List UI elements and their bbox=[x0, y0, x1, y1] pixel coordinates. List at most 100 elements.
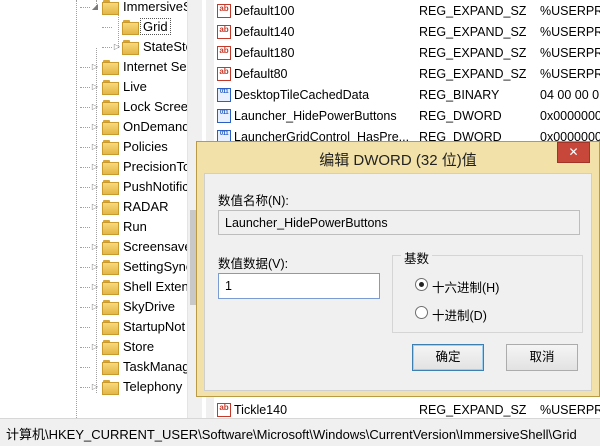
tree-item[interactable]: TaskManag bbox=[0, 357, 189, 377]
tree-item[interactable]: Grid bbox=[0, 17, 186, 37]
tree-guide-line bbox=[80, 167, 90, 168]
tree-expander-icon[interactable]: ▷ bbox=[90, 301, 100, 313]
dialog-titlebar[interactable]: 编辑 DWORD (32 位)值 ✕ bbox=[197, 142, 599, 173]
folder-icon bbox=[102, 340, 119, 355]
tree-expander-icon[interactable]: ▷ bbox=[90, 241, 100, 253]
tree-item[interactable]: ▷ SkyDrive bbox=[0, 297, 186, 317]
decimal-radio-label: 十进制(D) bbox=[432, 309, 487, 323]
tree-item[interactable]: ▷ Internet Se bbox=[0, 57, 187, 77]
tree-item[interactable]: ▷ RADAR bbox=[0, 197, 186, 217]
tree-guide-line bbox=[80, 387, 90, 388]
folder-icon bbox=[102, 360, 119, 375]
tree-expander-icon[interactable]: ▷ bbox=[90, 201, 100, 213]
cancel-button[interactable]: 取消 bbox=[506, 344, 578, 371]
folder-icon bbox=[102, 140, 119, 155]
value-name: DesktopTileCachedData bbox=[234, 88, 370, 102]
tree-item-label: Shell Extens bbox=[123, 279, 196, 294]
tree-item-label: Lock Scree bbox=[123, 99, 189, 114]
value-row[interactable]: Launcher_HidePowerButtons REG_DWORD 0x0000… bbox=[214, 106, 600, 127]
string-value-icon bbox=[217, 67, 231, 81]
tree-expander-icon[interactable] bbox=[90, 361, 100, 373]
tree-expander-icon[interactable]: ▷ bbox=[90, 61, 100, 73]
tree-expander-icon[interactable] bbox=[90, 321, 100, 333]
value-row[interactable]: Default80 REG_EXPAND_SZ %USERPRO bbox=[214, 64, 600, 85]
value-row[interactable]: DesktopTileCachedData REG_BINARY 04 00 00 … bbox=[214, 85, 600, 106]
tree-guide-line bbox=[80, 347, 90, 348]
tree-expander-icon[interactable] bbox=[112, 21, 122, 33]
tree-item-label: SettingSync bbox=[123, 259, 193, 274]
decimal-radio-button[interactable] bbox=[415, 306, 428, 319]
tree-expander-icon[interactable]: ▷ bbox=[90, 181, 100, 193]
tree-guide-line bbox=[80, 187, 90, 188]
hex-radio-label: 十六进制(H) bbox=[432, 281, 500, 295]
tree-expander-icon[interactable]: ▷ bbox=[90, 161, 100, 173]
tree-item[interactable]: ▷ Screensave bbox=[0, 237, 192, 257]
folder-icon bbox=[102, 100, 119, 115]
folder-icon bbox=[102, 200, 119, 215]
tree-expander-icon[interactable]: ▷ bbox=[90, 261, 100, 273]
value-name-label: 数值名称(N): bbox=[218, 194, 289, 208]
tree-item[interactable]: ▷ Live bbox=[0, 77, 186, 97]
value-type: REG_EXPAND_SZ bbox=[419, 67, 527, 81]
tree-expander-icon[interactable]: ▷ bbox=[90, 81, 100, 93]
tree-guide-line bbox=[80, 147, 90, 148]
tree-item[interactable]: ▷ PrecisionTo bbox=[0, 157, 190, 177]
hex-radio-button[interactable] bbox=[415, 278, 428, 291]
tree-expander-icon[interactable]: ▷ bbox=[90, 341, 100, 353]
tree-expander-icon[interactable]: ▷ bbox=[90, 101, 100, 113]
value-row[interactable]: Default100 REG_EXPAND_SZ %USERPRO bbox=[214, 1, 600, 22]
value-data: %USERPRO bbox=[540, 25, 600, 39]
value-type: REG_EXPAND_SZ bbox=[419, 25, 527, 39]
tree-expander-icon[interactable] bbox=[90, 221, 100, 233]
close-button[interactable]: ✕ bbox=[557, 142, 590, 163]
folder-icon bbox=[102, 180, 119, 195]
folder-icon bbox=[102, 160, 119, 175]
value-data: %USERPRO bbox=[540, 403, 600, 417]
edit-dword-dialog: 编辑 DWORD (32 位)值 ✕ 数值名称(N): Launcher_Hid… bbox=[196, 141, 600, 397]
value-row[interactable]: Default140 REG_EXPAND_SZ %USERPRO bbox=[214, 22, 600, 43]
folder-icon bbox=[122, 20, 139, 35]
tree-guide-line bbox=[80, 207, 90, 208]
tree-expander-icon[interactable]: ▷ bbox=[90, 121, 100, 133]
tree-guide-line bbox=[102, 27, 112, 28]
tree-item[interactable]: ▷ PushNotific bbox=[0, 177, 189, 197]
string-value-icon bbox=[217, 25, 231, 39]
tree-item[interactable]: ▷ Telephony bbox=[0, 377, 186, 397]
value-row[interactable]: Default180 REG_EXPAND_SZ %USERPRO bbox=[214, 43, 600, 64]
close-icon: ✕ bbox=[568, 145, 579, 159]
registry-key-tree[interactable]: ◢ ImmersiveS Grid ▷ StateSto ▷ Internet Se ▷ Liv… bbox=[0, 0, 206, 418]
tree-item[interactable]: ▷ Store bbox=[0, 337, 186, 357]
ok-button[interactable]: 确定 bbox=[412, 344, 484, 371]
tree-expander-icon[interactable]: ▷ bbox=[90, 141, 100, 153]
tree-item[interactable]: ▷ OnDemand bbox=[0, 117, 189, 137]
tree-expander-icon[interactable]: ▷ bbox=[90, 381, 100, 393]
tree-item[interactable]: ▷ Shell Extens bbox=[0, 277, 195, 297]
tree-guide-line bbox=[80, 307, 90, 308]
tree-item[interactable]: StartupNot bbox=[0, 317, 186, 337]
value-name-field: Launcher_HidePowerButtons bbox=[218, 210, 580, 235]
tree-item[interactable]: ▷ Lock Scree bbox=[0, 97, 189, 117]
value-name: Tickle140 bbox=[234, 403, 288, 417]
tree-item[interactable]: ▷ SettingSync bbox=[0, 257, 192, 277]
tree-guide-line bbox=[80, 127, 90, 128]
value-data: 0x0000000 bbox=[540, 109, 600, 123]
tree-item[interactable]: ▷ StateSto bbox=[0, 37, 193, 57]
tree-item[interactable]: Run bbox=[0, 217, 186, 237]
tree-guide-line bbox=[80, 367, 90, 368]
tree-expander-icon[interactable]: ▷ bbox=[112, 41, 122, 53]
tree-guide-line bbox=[80, 107, 90, 108]
tree-item[interactable]: ◢ ImmersiveS bbox=[0, 0, 192, 17]
tree-expander-icon[interactable]: ◢ bbox=[90, 1, 100, 13]
tree-item[interactable]: ▷ Policies bbox=[0, 137, 186, 157]
tree-guide-line bbox=[80, 327, 90, 328]
binary-value-icon bbox=[217, 88, 231, 102]
tree-item-label: PrecisionTo bbox=[123, 159, 191, 174]
value-row-tickle140[interactable]: Tickle140 REG_EXPAND_SZ %USERPRO bbox=[214, 400, 600, 418]
value-data-input[interactable] bbox=[218, 273, 380, 299]
tree-item-label: ImmersiveS bbox=[123, 0, 192, 14]
tree-item-label: RADAR bbox=[123, 199, 169, 214]
tree-item-label: Live bbox=[123, 79, 147, 94]
tree-item-label: StartupNot bbox=[123, 319, 186, 334]
tree-expander-icon[interactable]: ▷ bbox=[90, 281, 100, 293]
value-data: %USERPRO bbox=[540, 4, 600, 18]
